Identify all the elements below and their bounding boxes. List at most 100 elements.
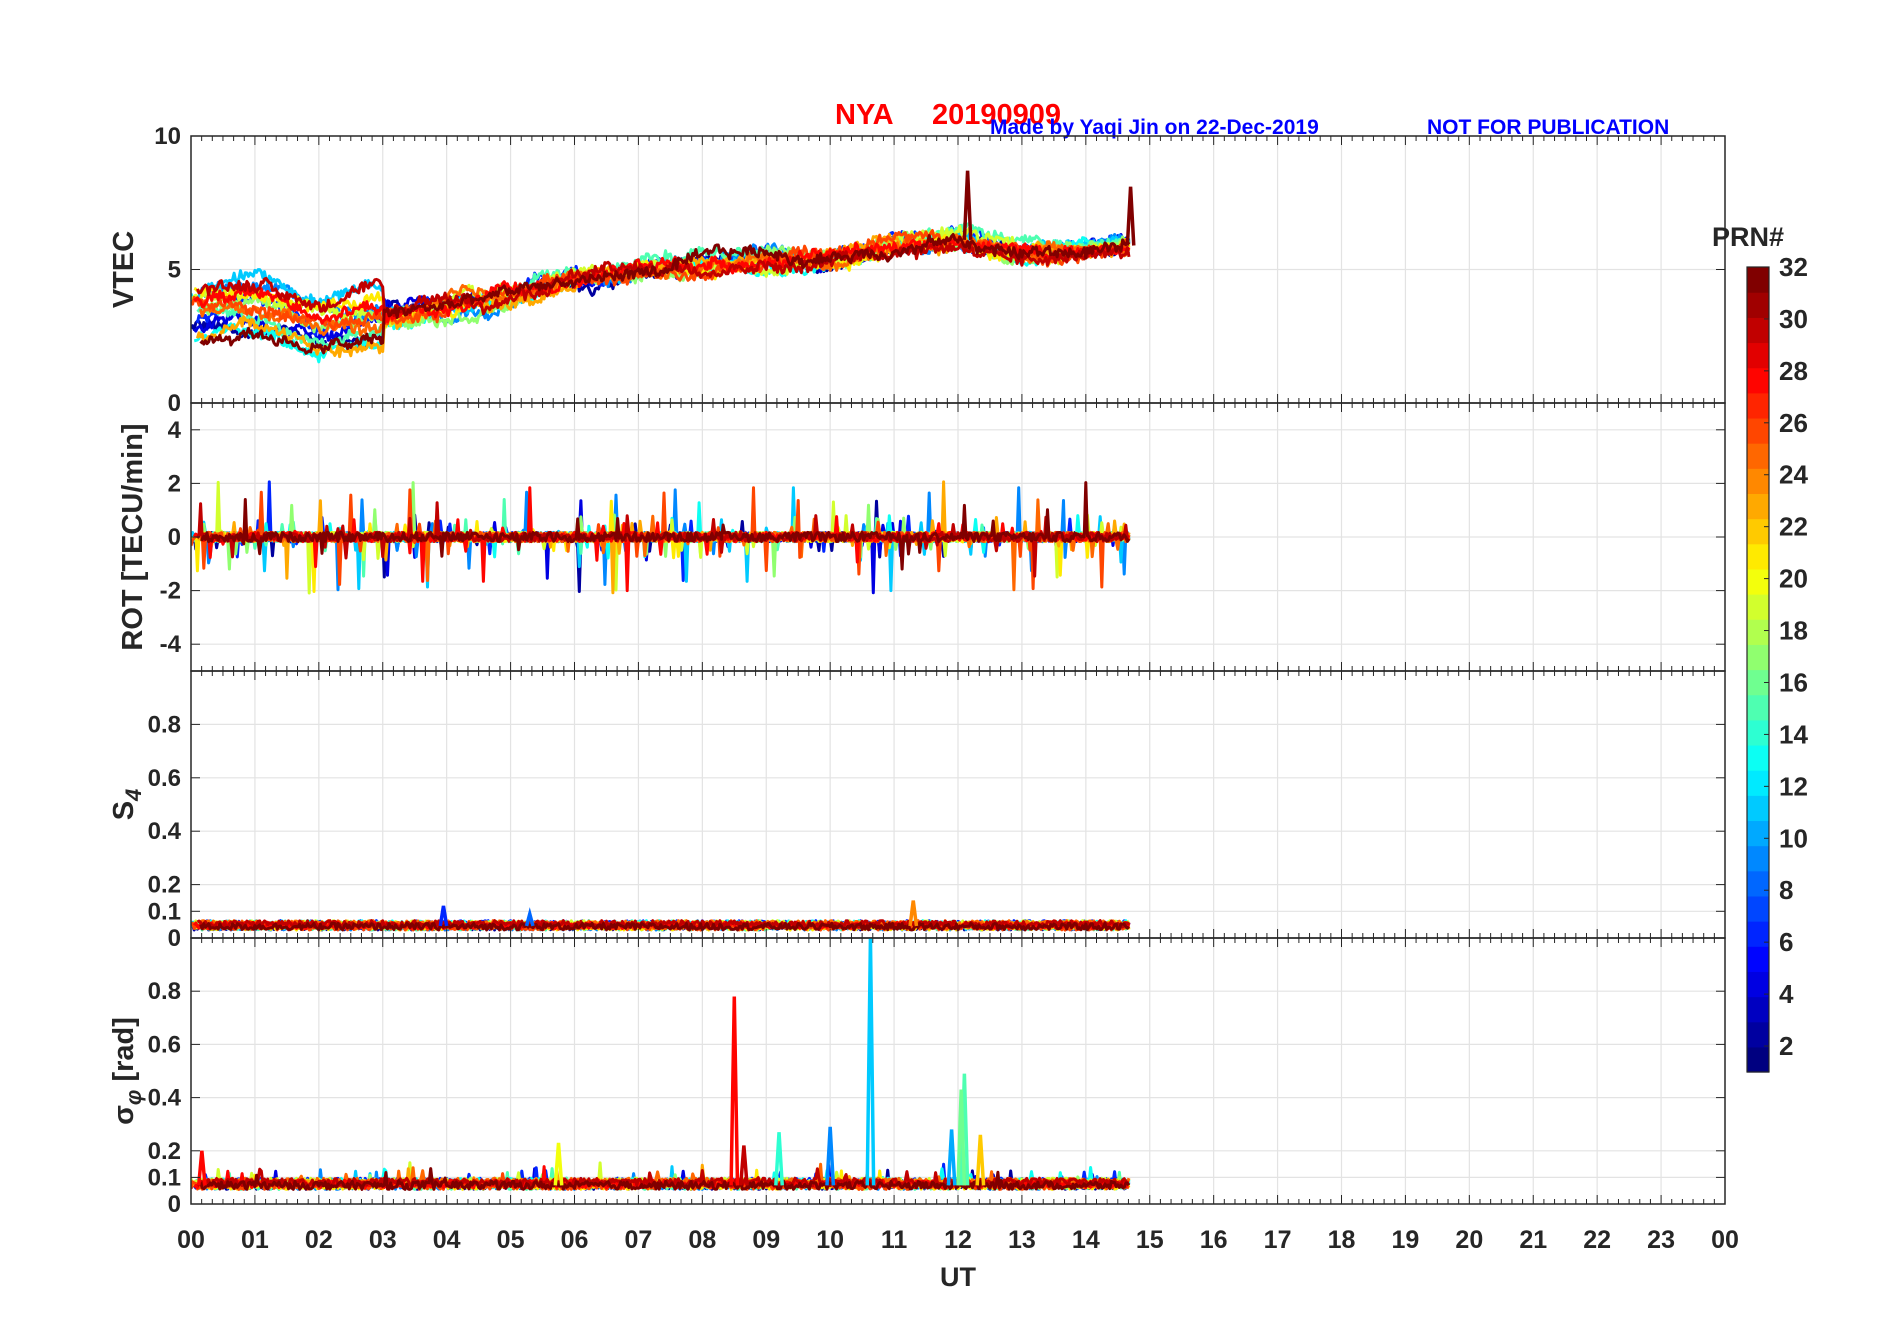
prn-traces bbox=[191, 480, 1131, 595]
y-tick-label: 0.4 bbox=[148, 1085, 182, 1112]
panel-vtec: 0 5 10 VTEC bbox=[108, 123, 1726, 417]
y-axis-label: σφ [rad] bbox=[108, 1017, 146, 1125]
y-axis-label: ROT [TECU/min] bbox=[117, 423, 149, 650]
grid bbox=[191, 671, 1725, 938]
colorbar-segment bbox=[1747, 267, 1769, 293]
colorbar-segment bbox=[1747, 1046, 1769, 1073]
y-tick-label: -2 bbox=[160, 578, 181, 605]
y-tick-label: 0 bbox=[168, 390, 181, 417]
y-tick-label: 0 bbox=[168, 1191, 181, 1218]
peak-mark bbox=[1125, 186, 1136, 246]
colorbar-tick-label: 24 bbox=[1779, 460, 1808, 490]
colorbar-label: PRN# bbox=[1712, 222, 1784, 252]
x-tick-label: 01 bbox=[241, 1226, 269, 1254]
y-tick-label: 0.2 bbox=[148, 1138, 181, 1165]
colorbar-tick-label: 12 bbox=[1779, 771, 1808, 801]
colorbar-segment bbox=[1747, 518, 1769, 545]
x-tick-label: 06 bbox=[561, 1226, 589, 1254]
colorbar-segment bbox=[1747, 1021, 1769, 1048]
colorbar-segment bbox=[1747, 342, 1769, 369]
colorbar-tick-label: 6 bbox=[1779, 927, 1793, 957]
colorbar-segment bbox=[1747, 770, 1769, 796]
station-title: NYA bbox=[835, 99, 894, 131]
colorbar-segment bbox=[1747, 644, 1769, 671]
tec-scintillation-figure: NYA 20190909 Made by Yaqi Jin on 22-Dec-… bbox=[108, 99, 1808, 1292]
colorbar-segment bbox=[1747, 795, 1769, 822]
colorbar-segment bbox=[1747, 694, 1769, 721]
x-tick-label: 04 bbox=[433, 1226, 461, 1254]
colorbar-segment bbox=[1747, 921, 1769, 947]
y-tick-label: 4 bbox=[168, 417, 182, 444]
colorbar-tick-label: 8 bbox=[1779, 875, 1793, 905]
colorbar-tick-label: 22 bbox=[1779, 512, 1808, 542]
x-tick-label: 16 bbox=[1200, 1226, 1228, 1254]
colorbar-tick-label: 16 bbox=[1779, 667, 1808, 697]
x-tick-label: 19 bbox=[1392, 1226, 1420, 1254]
colorbar-tick-label: 26 bbox=[1779, 408, 1808, 438]
x-tick-label: 03 bbox=[369, 1226, 397, 1254]
x-tick-label: 02 bbox=[305, 1226, 333, 1254]
colorbar-segment bbox=[1747, 946, 1769, 972]
prn-traces bbox=[191, 938, 1131, 1191]
colorbar-segment bbox=[1747, 417, 1769, 444]
x-tick-label: 14 bbox=[1072, 1226, 1100, 1254]
x-tick-label: 09 bbox=[752, 1226, 780, 1254]
colorbar-segment bbox=[1747, 845, 1769, 872]
x-tick-label: 00 bbox=[177, 1226, 205, 1254]
colorbar-tick-label: 18 bbox=[1779, 616, 1808, 646]
prn-traces bbox=[191, 900, 1131, 932]
colorbar-tick-label: 30 bbox=[1779, 304, 1808, 334]
y-tick-label: 0 bbox=[168, 524, 181, 551]
y-tick-label: 2 bbox=[168, 470, 181, 497]
x-tick-label: 12 bbox=[944, 1226, 972, 1254]
y-tick-label: 10 bbox=[154, 123, 181, 150]
colorbar-tick-label: 10 bbox=[1779, 823, 1808, 853]
y-tick-label: 0.8 bbox=[148, 978, 181, 1005]
colorbar-segment bbox=[1747, 619, 1769, 645]
y-tick-label: 5 bbox=[168, 257, 181, 284]
colorbar-segment bbox=[1747, 820, 1769, 847]
peak-mark bbox=[865, 938, 876, 1186]
colorbar-tick-label: 20 bbox=[1779, 564, 1808, 594]
y-tick-label: 0.8 bbox=[148, 711, 181, 738]
colorbar-segment bbox=[1747, 367, 1769, 394]
panel-s4: 00.10.2 0.4 0.6 0.8 S4 bbox=[108, 670, 1726, 952]
y-axis-label: S4 bbox=[108, 789, 146, 821]
x-tick-label: 15 bbox=[1136, 1226, 1164, 1254]
colorbar-tick-label: 28 bbox=[1779, 356, 1808, 386]
colorbar-segment bbox=[1747, 292, 1769, 318]
y-tick-label: 0.1 bbox=[148, 1164, 181, 1191]
y-tick-label: 0.2 bbox=[148, 872, 181, 899]
colorbar-tick-label: 4 bbox=[1779, 979, 1794, 1009]
colorbar: 2468101214161820222426283032 bbox=[1746, 252, 1808, 1073]
colorbar-segment bbox=[1747, 392, 1769, 419]
colorbar-segment bbox=[1747, 719, 1769, 746]
colorbar-segment bbox=[1747, 870, 1769, 897]
colorbar-segment bbox=[1747, 744, 1769, 771]
y-tick-label: 0.6 bbox=[148, 765, 181, 792]
y-tick-label: 0.4 bbox=[148, 818, 182, 845]
panel-rot: -4 -2 0 2 4 ROT [TECU/min] bbox=[117, 402, 1726, 672]
y-tick-label: 0 bbox=[168, 925, 181, 952]
colorbar-segment bbox=[1747, 895, 1769, 922]
x-tick-label: 17 bbox=[1264, 1226, 1292, 1254]
grid bbox=[191, 136, 1725, 403]
y-tick-label: -4 bbox=[160, 631, 182, 658]
colorbar-segment bbox=[1747, 971, 1769, 998]
x-tick-label: 23 bbox=[1647, 1226, 1675, 1254]
colorbar-segment bbox=[1747, 317, 1769, 344]
colorbar-tick-label: 2 bbox=[1779, 1031, 1793, 1061]
colorbar-segment bbox=[1747, 493, 1769, 520]
colorbar-segment bbox=[1747, 543, 1769, 570]
colorbar-segment bbox=[1747, 568, 1769, 595]
y-axis-label: VTEC bbox=[108, 231, 140, 308]
y-tick-label: 0.6 bbox=[148, 1031, 181, 1058]
x-tick-label: 07 bbox=[625, 1226, 653, 1254]
x-tick-label: 18 bbox=[1328, 1226, 1356, 1254]
panel-sigma-phi: 00.10.2 0.4 0.6 0.8σφ [rad] bbox=[108, 937, 1726, 1218]
colorbar-tick-label: 32 bbox=[1779, 252, 1808, 282]
y-tick-label: 0.1 bbox=[148, 898, 181, 925]
colorbar-segment bbox=[1747, 443, 1769, 469]
x-axis-label: UT bbox=[940, 1262, 976, 1292]
x-tick-label: 13 bbox=[1008, 1226, 1036, 1254]
